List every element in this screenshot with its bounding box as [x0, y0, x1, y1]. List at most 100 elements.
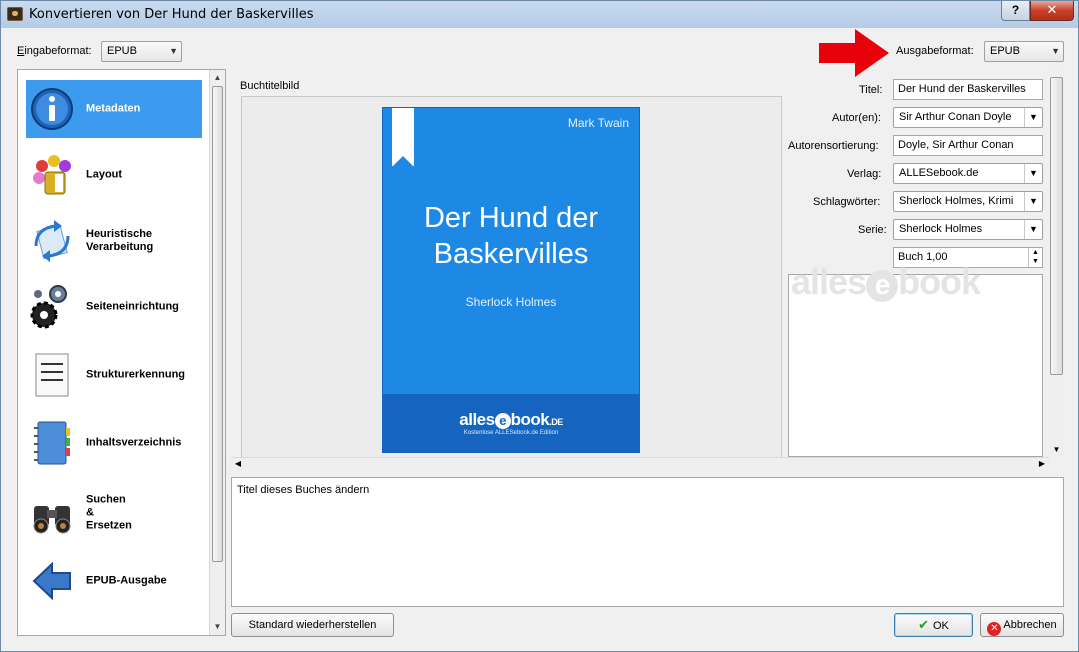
input-format-select[interactable]: EPUB ▼ [101, 41, 182, 62]
series-label: Serie: [858, 224, 887, 236]
notebook-icon [34, 421, 70, 465]
window-title: Konvertieren von Der Hund der Baskervill… [29, 7, 314, 22]
author-sort-field[interactable]: Doyle, Sir Arthur Conan [893, 135, 1043, 156]
sidebar-item-strukturerkennung[interactable]: Strukturerkennung [26, 346, 202, 404]
sidebar: Metadaten Layout Heuristische Verarbeitun… [17, 69, 226, 636]
cancel-x-icon: ✕ [987, 622, 1002, 636]
restore-defaults-button[interactable]: Standard wiederherstellen [231, 613, 394, 637]
chevron-down-icon: ▼ [1051, 46, 1060, 56]
sidebar-item-label: Metadaten [86, 102, 141, 115]
authors-label: Autor(en): [832, 112, 881, 124]
spin-down-icon[interactable]: ▼ [1029, 257, 1042, 266]
input-format-label: Eingabeformat: [17, 45, 92, 57]
sidebar-item-layout[interactable]: Layout [26, 146, 202, 204]
spin-up-icon[interactable]: ▲ [1029, 248, 1042, 257]
sidebar-item-metadaten[interactable]: Metadaten [26, 80, 202, 138]
logo-book: book [510, 410, 550, 429]
scroll-right-icon[interactable]: ▶ [1035, 457, 1049, 470]
tags-label: Schlagwörter: [813, 196, 881, 208]
close-button[interactable]: ✕ [1030, 1, 1074, 21]
publisher-value: ALLESebook.de [899, 167, 979, 179]
title-field[interactable]: Der Hund der Baskervilles [893, 79, 1043, 100]
sidebar-item-label-text: Suchen & Ersetzen [86, 493, 132, 532]
sidebar-item-epub-ausgabe[interactable]: EPUB-Ausgabe [26, 552, 202, 610]
publisher-field[interactable]: ALLESebook.de ▼ [893, 163, 1043, 184]
help-button[interactable]: ? [1001, 1, 1030, 21]
cover-author: Mark Twain [567, 116, 629, 130]
output-format-value: EPUB [990, 45, 1020, 57]
scrollbar-thumb[interactable] [1050, 77, 1063, 375]
cover-band: alles e book.DE Kostenlose ALLESebook.de E… [383, 394, 639, 452]
cover-section-label: Buchtitelbild [240, 80, 300, 92]
paint-palette-icon [33, 155, 71, 195]
chevron-down-icon[interactable]: ▼ [1024, 192, 1042, 211]
title-label: Titel: [859, 84, 883, 96]
sidebar-scrollbar[interactable]: ▲ ▼ [209, 70, 225, 635]
cover-tagline: Kostenlose ALLESebook.de Edition [463, 430, 559, 436]
scroll-down-icon[interactable]: ▼ [1049, 443, 1064, 457]
cover-title: Der Hund der Baskervilles [383, 200, 639, 272]
scroll-left-icon[interactable]: ◀ [231, 457, 245, 470]
sidebar-item-inhaltsverzeichnis[interactable]: Inhaltsverzeichnis [26, 414, 202, 472]
chevron-down-icon: ▼ [169, 46, 178, 56]
sidebar-item-label: Suchen & Ersetzen [86, 494, 166, 533]
scroll-up-icon[interactable]: ▲ [210, 70, 225, 86]
logo-de: .DE [549, 417, 563, 427]
watermark-post: book [898, 261, 981, 302]
logo-alles: alles [459, 410, 495, 429]
publisher-label: Verlag: [847, 168, 882, 180]
series-field[interactable]: Sherlock Holmes ▼ [893, 219, 1043, 240]
chevron-down-icon[interactable]: ▼ [1024, 164, 1042, 183]
sidebar-item-label: Inhaltsverzeichnis [86, 436, 182, 449]
sidebar-item-label: Heuristische Verarbeitung [86, 228, 154, 253]
red-arrow-icon [819, 29, 889, 77]
sidebar-item-label: EPUB-Ausgabe [86, 574, 167, 587]
authors-field[interactable]: Sir Arthur Conan Doyle ▼ [893, 107, 1043, 128]
author-sort-label: Autorensortierung: [788, 140, 879, 152]
scroll-down-icon[interactable]: ▼ [210, 619, 225, 635]
convert-dialog: Konvertieren von Der Hund der Baskervill… [0, 0, 1079, 652]
ok-label: OK [933, 620, 949, 632]
input-format-label-text: ingabeformat: [24, 45, 92, 57]
form-scrollbar[interactable]: ▼ [1049, 69, 1064, 457]
calibre-app-icon [7, 7, 23, 21]
scrollbar-thumb[interactable] [212, 86, 223, 562]
sidebar-item-suchen-ersetzen[interactable]: Suchen & Ersetzen [26, 484, 202, 542]
input-format-value: EPUB [107, 45, 137, 57]
info-icon [31, 88, 73, 130]
sidebar-item-label: Layout [86, 168, 123, 181]
output-format-select[interactable]: EPUB ▼ [984, 41, 1064, 62]
cover-title-text: Der Hund der Baskervilles [423, 202, 599, 270]
authors-value: Sir Arthur Conan Doyle [899, 111, 1012, 123]
watermark-pre: alles [791, 261, 867, 302]
help-text: Titel dieses Buches ändern [237, 484, 370, 496]
chevron-down-icon[interactable]: ▼ [1024, 108, 1042, 127]
tags-field[interactable]: Sherlock Holmes, Krimi ▼ [893, 191, 1043, 212]
checkmark-icon: ✔ [918, 617, 929, 632]
title-bar: Konvertieren von Der Hund der Baskervill… [1, 1, 1078, 28]
logo-e: e [494, 413, 511, 429]
sidebar-item-seiteneinrichtung[interactable]: Seiteneinrichtung [26, 278, 202, 336]
chevron-down-icon[interactable]: ▼ [1024, 220, 1042, 239]
document-lines-icon [35, 353, 69, 397]
cancel-label: Abbrechen [1003, 619, 1057, 631]
bookmark-ribbon-icon [392, 108, 414, 167]
sidebar-item-heuristik[interactable]: Heuristische Verarbeitung [26, 212, 202, 270]
binoculars-icon [33, 506, 71, 534]
tags-value: Sherlock Holmes, Krimi [899, 195, 1014, 207]
watermark-e: e [866, 270, 899, 302]
cover-subtitle: Sherlock Holmes [465, 295, 557, 309]
spinner-buttons[interactable]: ▲ ▼ [1028, 248, 1042, 267]
heuristics-arrows-icon [34, 220, 70, 262]
ok-button[interactable]: ✔ OK [894, 613, 973, 637]
output-format-label: Ausgabeformat: [896, 45, 974, 57]
cover-image[interactable]: Mark Twain Der Hund der Baskervilles Sher… [382, 107, 640, 453]
left-arrow-icon [32, 561, 71, 601]
cover-logo: alles e book.DE [383, 410, 639, 430]
sidebar-item-label: Strukturerkennung [86, 368, 186, 381]
cancel-button[interactable]: ✕ Abbrechen [980, 613, 1064, 637]
sidebar-item-label: Seiteneinrichtung [86, 300, 179, 313]
alles-ebook-watermark: alles e book [791, 261, 981, 303]
horizontal-scrollbar[interactable]: ◀ ▶ [231, 457, 1049, 470]
help-text-box: Titel dieses Buches ändern [231, 477, 1064, 607]
